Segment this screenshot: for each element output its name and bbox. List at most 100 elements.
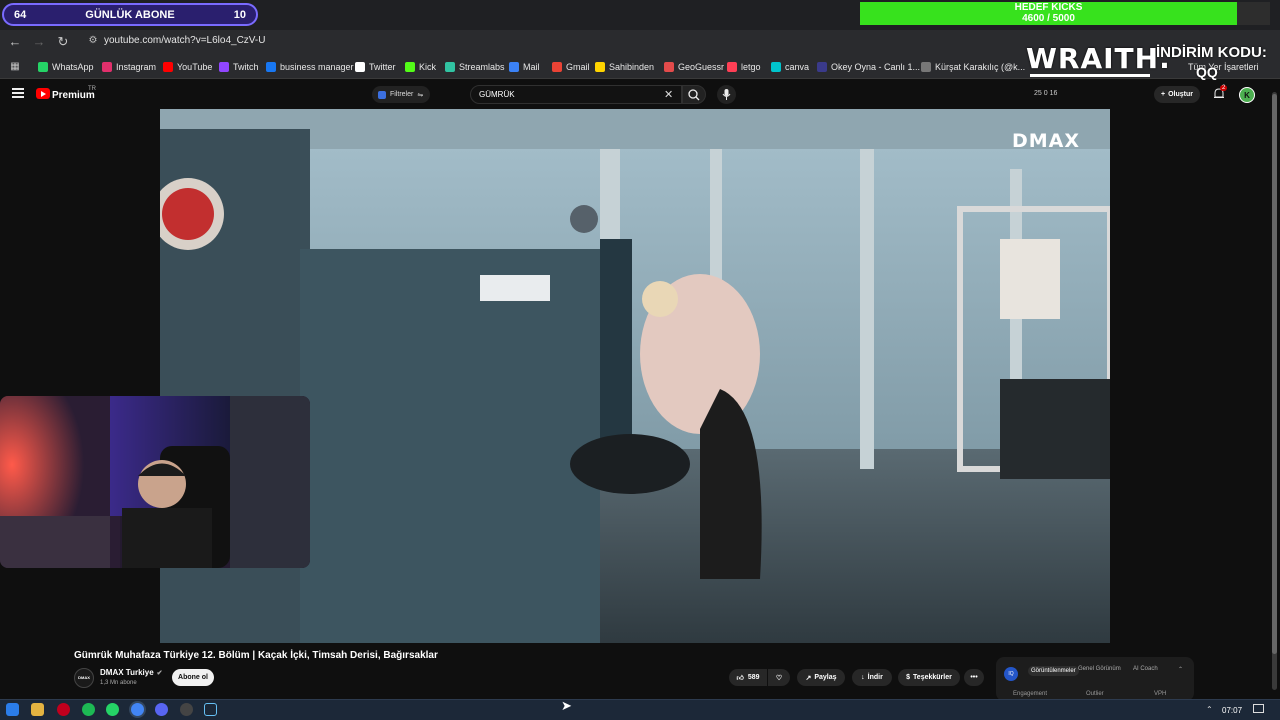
bookmark-favicon-icon	[102, 62, 112, 72]
sub-goal-label: GÜNLÜK ABONE	[85, 8, 175, 21]
bookmark-whatsapp[interactable]: WhatsApp	[38, 59, 94, 75]
clear-search-icon[interactable]: ✕	[664, 88, 673, 101]
webcam-feed-image	[0, 396, 310, 568]
file-explorer-icon[interactable]	[31, 703, 44, 716]
channel-avatar[interactable]: DMAX	[74, 668, 94, 688]
subscribe-button[interactable]: Abone ol	[172, 669, 214, 686]
bookmark-twitter[interactable]: Twitter	[355, 59, 396, 75]
bookmark-favicon-icon	[817, 62, 827, 72]
create-label: Oluştur	[1168, 91, 1193, 98]
panel-vph: VPH	[1154, 691, 1167, 697]
channel-name-text: DMAX Turkiye	[100, 668, 154, 677]
filters-label: Filtreler	[390, 91, 414, 98]
share-label: Paylaş	[814, 674, 837, 681]
mouse-cursor-icon: ➤	[561, 698, 572, 713]
filters-button[interactable]: Filtreler ⇋	[372, 86, 430, 103]
collapse-panel-icon[interactable]: ⌃	[1178, 666, 1183, 673]
more-actions-button[interactable]: •••	[964, 669, 984, 686]
search-input[interactable]: GÜMRÜK	[470, 85, 682, 104]
spotify-icon[interactable]	[82, 703, 95, 716]
download-button[interactable]: ↓ İndir	[852, 669, 892, 686]
region-label: TR	[88, 86, 96, 92]
bookmark-okey-oyna-canl-1[interactable]: Okey Oyna - Canlı 1...	[817, 59, 920, 75]
url-field[interactable]: youtube.com/watch?v=L6lo4_CzV-U	[104, 35, 265, 46]
streamer-webcam	[0, 396, 310, 568]
dmax-watermark: DMAX	[1012, 130, 1081, 152]
plus-icon: +	[1161, 91, 1166, 98]
wraith-underline	[1030, 74, 1150, 77]
thumbs-up-icon: 👍︎	[736, 675, 744, 682]
bookmark-label: Instagram	[116, 62, 157, 72]
bookmark-favicon-icon	[771, 62, 781, 72]
channel-name[interactable]: DMAX Turkiye ✔	[100, 668, 163, 677]
back-icon[interactable]: ←	[6, 33, 24, 51]
bookmark-geoguessr[interactable]: GeoGuessr	[664, 59, 724, 75]
search-button[interactable]	[682, 85, 706, 104]
promo-code: QQ	[1196, 64, 1218, 80]
bookmark-youtube[interactable]: YouTube	[163, 59, 212, 75]
share-button[interactable]: ↗ Paylaş	[797, 669, 845, 686]
chrome-icon[interactable]	[131, 703, 144, 716]
bookmark-favicon-icon	[163, 62, 173, 72]
filter-extension-icon	[378, 90, 386, 99]
kicks-goal-label: HEDEF KICKS	[1014, 2, 1083, 13]
bookmark-label: YouTube	[177, 62, 213, 72]
bookmark-canva[interactable]: canva	[771, 59, 809, 75]
bookmark-twitch[interactable]: Twitch	[219, 59, 259, 75]
bookmark-label: business manager	[280, 62, 354, 72]
forward-icon[interactable]: →	[30, 33, 48, 51]
panel-tab-ai-coach[interactable]: AI Coach	[1133, 666, 1158, 672]
bookmark-label: Twitter	[369, 62, 396, 72]
scrollbar-thumb[interactable]	[1272, 94, 1277, 654]
windows-start-icon[interactable]	[6, 703, 19, 716]
taskbar-clock[interactable]: 07:07	[1222, 706, 1242, 715]
youtube-logo-icon[interactable]	[36, 88, 50, 99]
obs-icon[interactable]	[180, 703, 193, 716]
daily-sub-goal-overlay: 64 GÜNLÜK ABONE 10	[2, 3, 258, 26]
bookmark-favicon-icon	[552, 62, 562, 72]
verified-icon: ✔	[156, 670, 163, 677]
panel-tab-views[interactable]: Görüntülenmeler	[1028, 666, 1079, 676]
thanks-icon: $	[906, 674, 911, 681]
discord-icon[interactable]	[155, 703, 168, 716]
search-icon	[688, 89, 700, 101]
bookmark-business-manager[interactable]: business manager	[266, 59, 354, 75]
bookmark-label: GeoGuessr	[678, 62, 725, 72]
bookmark-kick[interactable]: Kick	[405, 59, 436, 75]
bookmark-streamlabs[interactable]: Streamlabs	[445, 59, 505, 75]
create-button[interactable]: + Oluştur	[1154, 86, 1200, 103]
bookmark-instagram[interactable]: Instagram	[102, 59, 156, 75]
voice-search-button[interactable]	[717, 85, 736, 104]
tray-overflow-icon[interactable]: ⌃	[1206, 705, 1213, 714]
bookmark-gmail[interactable]: Gmail	[552, 59, 590, 75]
video-title: Gümrük Muhafaza Türkiye 12. Bölüm | Kaça…	[74, 650, 438, 661]
bookmark-mail[interactable]: Mail	[509, 59, 540, 75]
kicks-goal-overlay: HEDEF KICKS 4600 / 5000	[860, 2, 1237, 25]
bookmark-favicon-icon	[219, 62, 229, 72]
bookmark-k-r-at-karak-l-k[interactable]: Kürşat Karakılıç (@k...	[921, 59, 1025, 75]
account-avatar[interactable]: K	[1239, 87, 1255, 103]
bookmark-sahibinden[interactable]: Sahibinden	[595, 59, 654, 75]
bookmark-favicon-icon	[266, 62, 276, 72]
microphone-icon	[722, 89, 731, 100]
bookmark-label: canva	[785, 62, 810, 72]
reload-icon[interactable]: ↻	[54, 33, 72, 51]
bookmark-favicon-icon	[405, 62, 415, 72]
like-button[interactable]: 👍︎ 589	[729, 669, 767, 686]
bookmark-favicon-icon	[445, 62, 455, 72]
apps-grid-icon[interactable]: ▦	[6, 58, 24, 76]
sub-goal-right: 10	[233, 8, 246, 21]
dislike-button[interactable]: ♡	[768, 669, 790, 686]
whatsapp-icon[interactable]	[106, 703, 119, 716]
sliders-icon: ⇋	[417, 91, 424, 99]
bookmark-label: WhatsApp	[52, 62, 94, 72]
notification-center-icon[interactable]	[1253, 704, 1264, 713]
bookmark-letgo[interactable]: letgo	[727, 59, 761, 75]
steam-icon[interactable]	[204, 703, 217, 716]
share-icon: ↗	[805, 674, 812, 682]
thanks-button[interactable]: $ Teşekkürler	[898, 669, 960, 686]
panel-tab-overview[interactable]: Genel Görünüm	[1078, 666, 1121, 672]
opera-icon[interactable]	[57, 703, 70, 716]
hamburger-menu-icon[interactable]	[12, 88, 24, 98]
site-info-icon[interactable]: ⚙	[86, 34, 100, 48]
